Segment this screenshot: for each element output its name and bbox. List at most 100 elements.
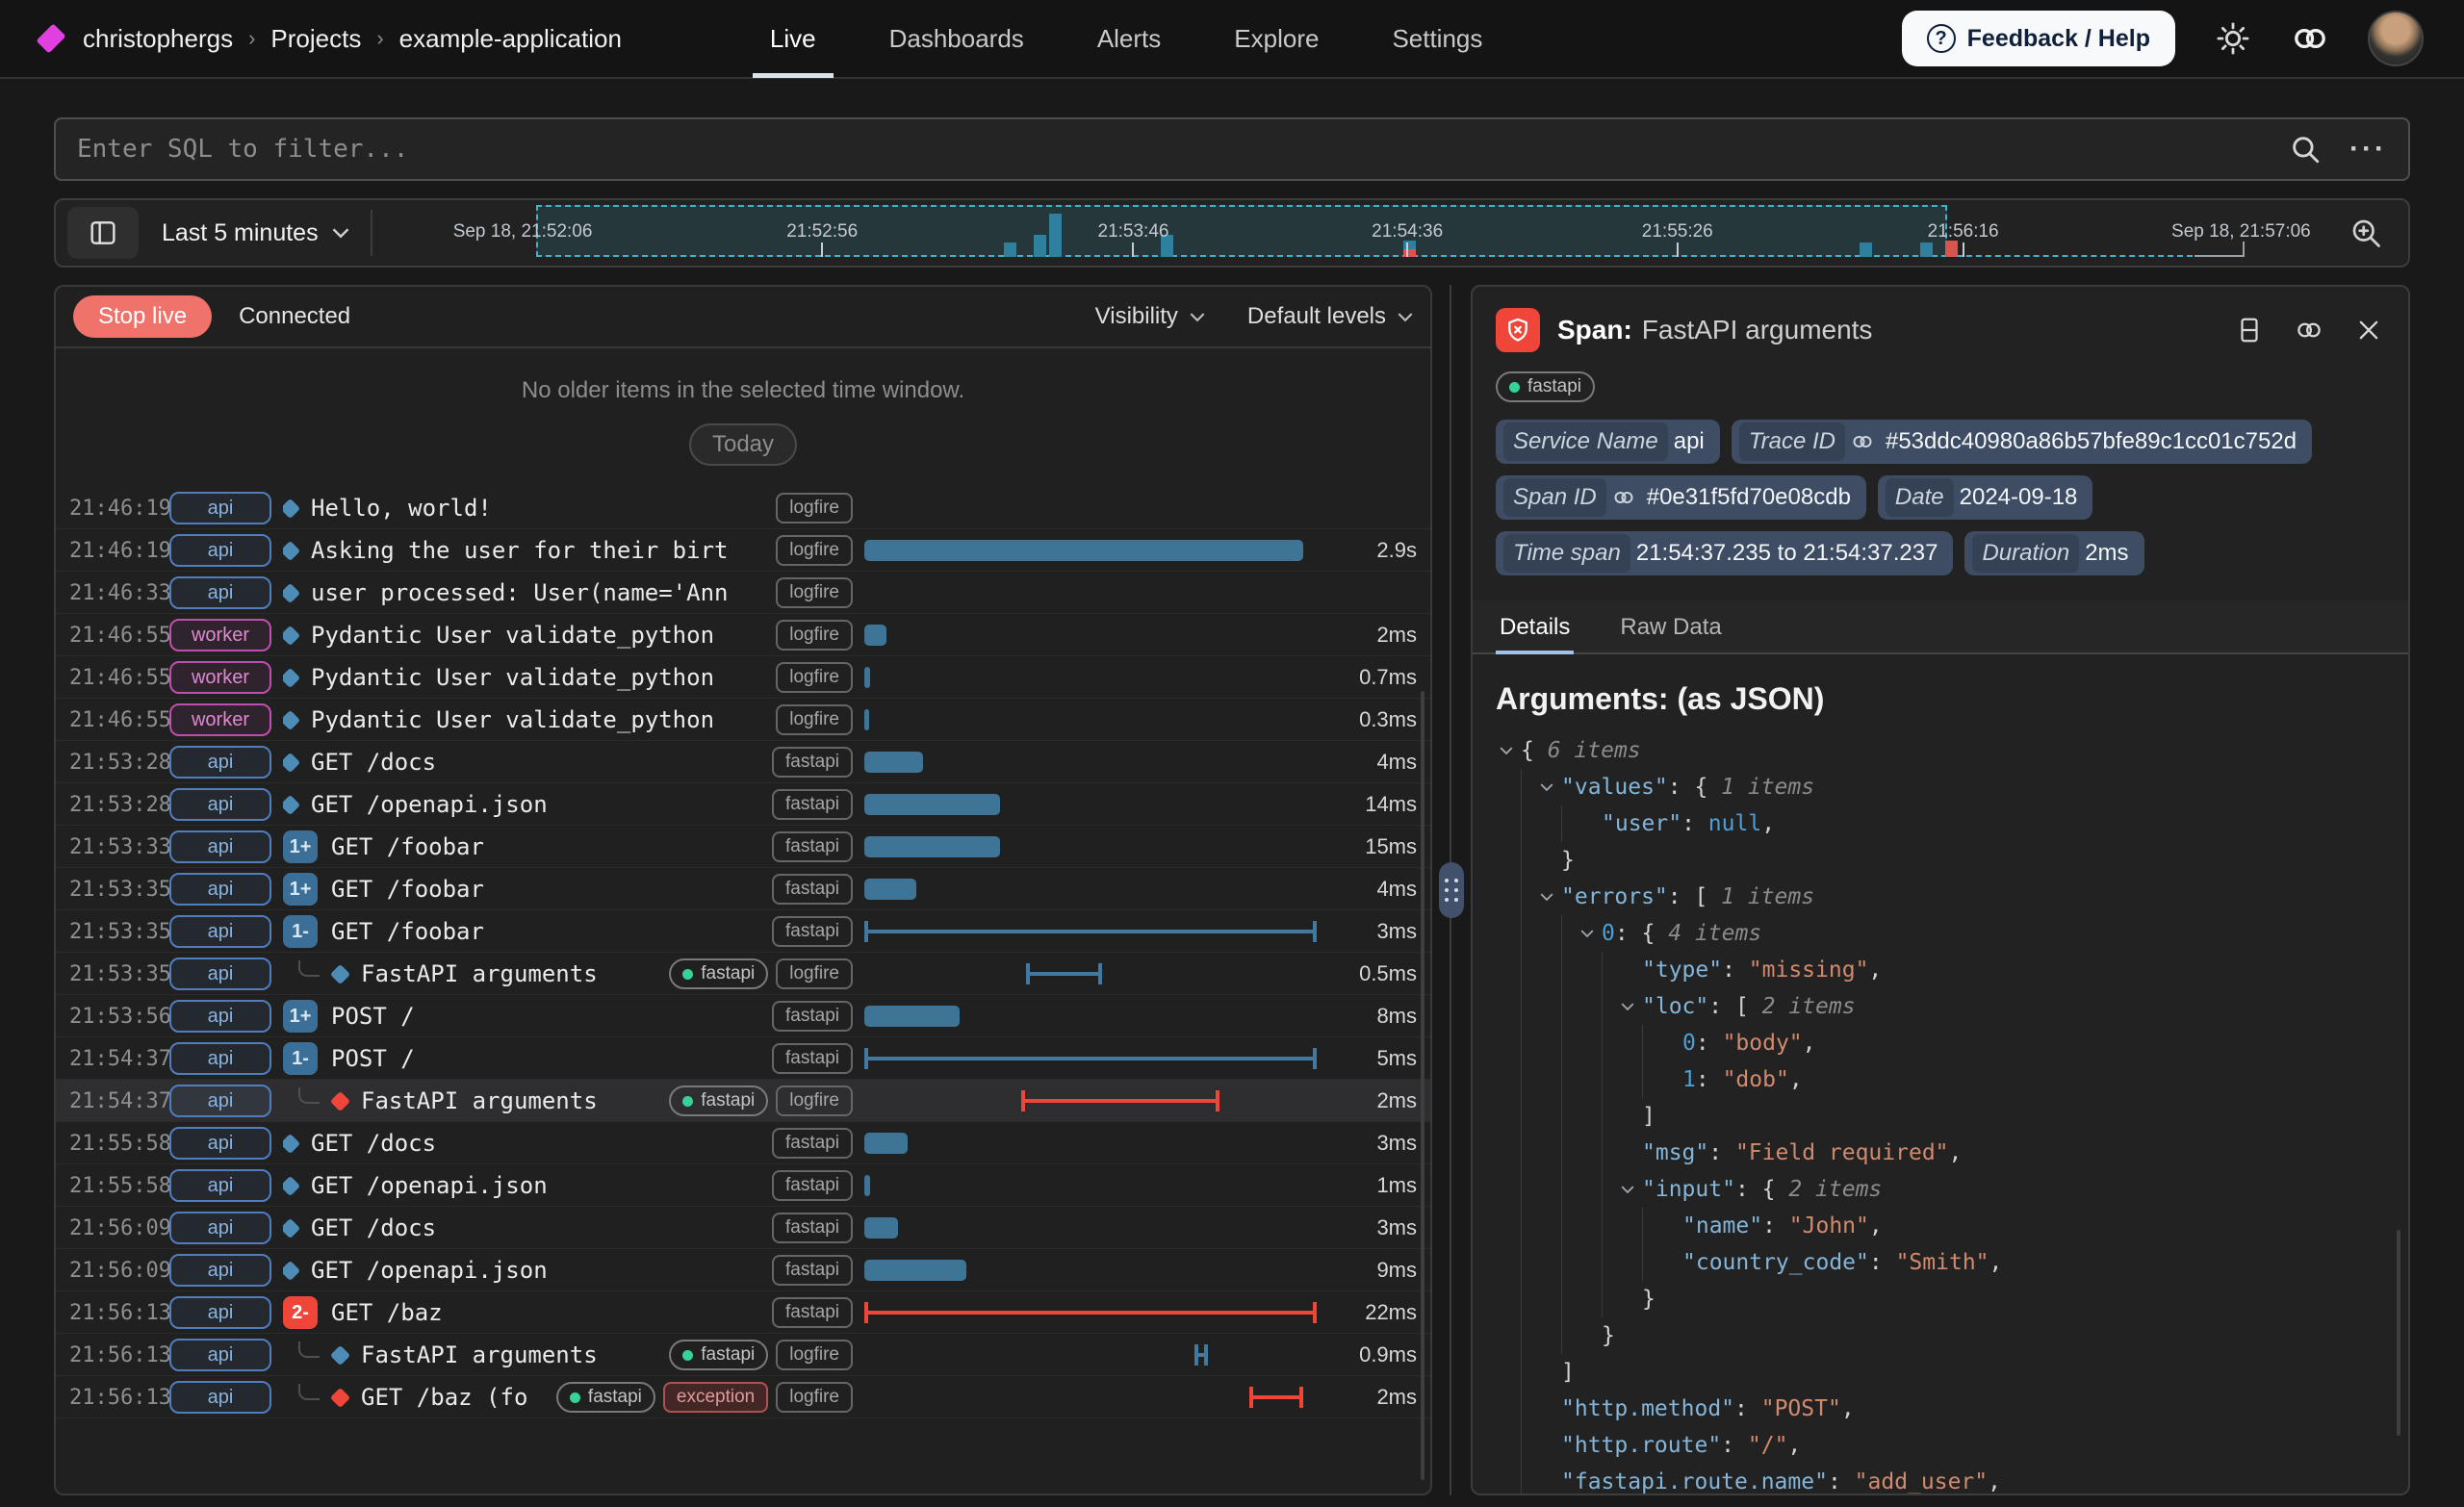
- indent-guide: [1521, 915, 1561, 952]
- divider: [371, 210, 372, 256]
- trace-row[interactable]: 21:53:28apiGET /openapi.jsonfastapi14ms: [56, 783, 1430, 826]
- share-link-icon[interactable]: [2291, 19, 2329, 58]
- span-attribute-pills: Service Name api Trace ID #53ddc40980a86…: [1496, 420, 2385, 575]
- trace-row[interactable]: 21:46:55workerPydantic User validate_pyt…: [56, 699, 1430, 741]
- list-scrollbar[interactable]: [1421, 691, 1424, 1480]
- error-diamond-icon: [330, 1090, 350, 1111]
- trace-row[interactable]: 21:56:09apiGET /openapi.jsonfastapi9ms: [56, 1249, 1430, 1291]
- row-duration: 0.5ms: [1328, 961, 1417, 986]
- tab-live[interactable]: Live: [766, 0, 820, 78]
- more-options-icon[interactable]: ···: [2349, 133, 2387, 166]
- expand-children-badge[interactable]: 1-: [283, 1042, 318, 1075]
- theme-toggle-icon[interactable]: [2214, 19, 2252, 58]
- trace-row[interactable]: 21:56:13apiFastAPI argumentsfastapilogfi…: [56, 1334, 1430, 1376]
- tab-details[interactable]: Details: [1496, 600, 1574, 652]
- tag-pill-fastapi: fastapi: [556, 1382, 655, 1413]
- tag-pill-fastapi: fastapi: [772, 747, 853, 778]
- search-icon[interactable]: [2286, 130, 2324, 168]
- today-button[interactable]: Today: [689, 423, 797, 466]
- trace-row[interactable]: 21:53:33api1+GET /foobarfastapi15ms: [56, 826, 1430, 868]
- indent-guide: [1521, 842, 1561, 879]
- copy-link-icon[interactable]: [2293, 314, 2325, 346]
- service-badge: api: [169, 788, 271, 821]
- json-token: "missing": [1749, 958, 1869, 983]
- detail-tabs: Details Raw Data: [1473, 600, 2408, 654]
- indent-guide: [1602, 952, 1642, 988]
- trace-row[interactable]: 21:56:13api2-GET /bazfastapi22ms: [56, 1291, 1430, 1334]
- indent-guide: [1561, 1061, 1602, 1098]
- tab-raw-data[interactable]: Raw Data: [1616, 600, 1725, 652]
- default-levels-dropdown[interactable]: Default levels: [1247, 303, 1413, 330]
- detail-scrollbar[interactable]: [2397, 1230, 2400, 1436]
- indent-guide: [1521, 1281, 1561, 1317]
- json-caret[interactable]: [1536, 892, 1557, 902]
- time-range-select[interactable]: Last 5 minutes: [162, 219, 349, 247]
- empty-window-message: No older items in the selected time wind…: [56, 377, 1430, 404]
- sql-filter-input[interactable]: [77, 135, 2286, 164]
- user-avatar[interactable]: [2368, 11, 2424, 66]
- timeline-histogram[interactable]: 21:52:5621:53:4621:54:3621:55:2621:56:16…: [378, 200, 2335, 266]
- json-caret[interactable]: [1617, 1002, 1638, 1011]
- dock-panel-icon[interactable]: [2233, 314, 2266, 346]
- trace-row[interactable]: 21:46:19apiHello, world!logfire: [56, 487, 1430, 529]
- histogram-bar: [1034, 235, 1046, 257]
- stop-live-button[interactable]: Stop live: [73, 295, 212, 338]
- breadcrumb-project[interactable]: example-application: [399, 24, 622, 54]
- json-token: "errors": [1561, 884, 1668, 909]
- trace-row[interactable]: 21:53:35api1-GET /foobarfastapi3ms: [56, 910, 1430, 953]
- tab-explore[interactable]: Explore: [1230, 0, 1322, 78]
- breadcrumb-projects[interactable]: Projects: [270, 24, 361, 54]
- trace-row[interactable]: 21:56:13apiGET /baz (fofastapiexceptionl…: [56, 1376, 1430, 1418]
- timeline-selection[interactable]: [536, 205, 1947, 257]
- trace-row[interactable]: 21:54:37apiFastAPI argumentsfastapilogfi…: [56, 1080, 1430, 1122]
- sidebar-toggle-button[interactable]: [67, 207, 139, 259]
- row-duration: 0.7ms: [1328, 665, 1417, 690]
- trace-row[interactable]: 21:54:37api1-POST /fastapi5ms: [56, 1037, 1430, 1080]
- zoom-in-icon[interactable]: [2335, 216, 2397, 250]
- trace-row[interactable]: 21:46:55workerPydantic User validate_pyt…: [56, 614, 1430, 656]
- trace-row[interactable]: 21:46:55workerPydantic User validate_pyt…: [56, 656, 1430, 699]
- trace-row[interactable]: 21:53:35api1+GET /foobarfastapi4ms: [56, 868, 1430, 910]
- duration-bar: [864, 625, 886, 646]
- row-name-cell: Asking the user for their birt: [283, 537, 764, 564]
- trace-row[interactable]: 21:53:28apiGET /docsfastapi4ms: [56, 741, 1430, 783]
- row-duration: 14ms: [1328, 792, 1417, 817]
- nav-right: ? Feedback / Help: [1902, 11, 2424, 66]
- feedback-help-button[interactable]: ? Feedback / Help: [1902, 11, 2175, 66]
- row-duration: 4ms: [1328, 877, 1417, 902]
- breadcrumb-org[interactable]: christophergs: [83, 24, 233, 54]
- timeline-start-label: Sep 18, 21:52:06: [453, 221, 593, 243]
- trace-row[interactable]: 21:46:33apiuser processed: User(name='An…: [56, 572, 1430, 614]
- tab-dashboards[interactable]: Dashboards: [886, 0, 1028, 78]
- visibility-dropdown[interactable]: Visibility: [1095, 303, 1205, 330]
- trace-row[interactable]: 21:55:58apiGET /openapi.jsonfastapi1ms: [56, 1164, 1430, 1207]
- expand-children-badge[interactable]: 1-: [283, 915, 318, 948]
- json-caret[interactable]: [1577, 929, 1598, 938]
- expand-children-badge[interactable]: 2-: [283, 1296, 318, 1329]
- panel-resize-handle[interactable]: [1439, 862, 1464, 918]
- indent-guide: [1561, 1281, 1602, 1317]
- expand-children-badge[interactable]: 1+: [283, 1000, 318, 1033]
- duration-bar-track: [864, 487, 1317, 529]
- duration-bar-track: [864, 1080, 1317, 1122]
- close-icon[interactable]: [2352, 314, 2385, 346]
- indent-guide: [1561, 805, 1602, 842]
- span-diamond-icon: [283, 1133, 300, 1153]
- trace-row[interactable]: 21:53:56api1+POST /fastapi8ms: [56, 995, 1430, 1037]
- expand-children-badge[interactable]: 1+: [283, 873, 318, 906]
- expand-children-badge[interactable]: 1+: [283, 830, 318, 863]
- json-caret[interactable]: [1536, 782, 1557, 792]
- trace-row[interactable]: 21:56:09apiGET /docsfastapi3ms: [56, 1207, 1430, 1249]
- tab-alerts[interactable]: Alerts: [1093, 0, 1165, 78]
- json-token: "body": [1723, 1031, 1803, 1056]
- service-badge: api: [169, 1212, 271, 1244]
- trace-row[interactable]: 21:46:19apiAsking the user for their bir…: [56, 529, 1430, 572]
- link-icon[interactable]: [1612, 486, 1635, 509]
- trace-row[interactable]: 21:55:58apiGET /docsfastapi3ms: [56, 1122, 1430, 1164]
- tab-settings[interactable]: Settings: [1388, 0, 1486, 78]
- trace-row[interactable]: 21:53:35apiFastAPI argumentsfastapilogfi…: [56, 953, 1430, 995]
- link-icon[interactable]: [1851, 430, 1874, 453]
- duration-bar: [864, 1217, 898, 1239]
- json-caret[interactable]: [1617, 1185, 1638, 1194]
- json-caret[interactable]: [1496, 746, 1517, 755]
